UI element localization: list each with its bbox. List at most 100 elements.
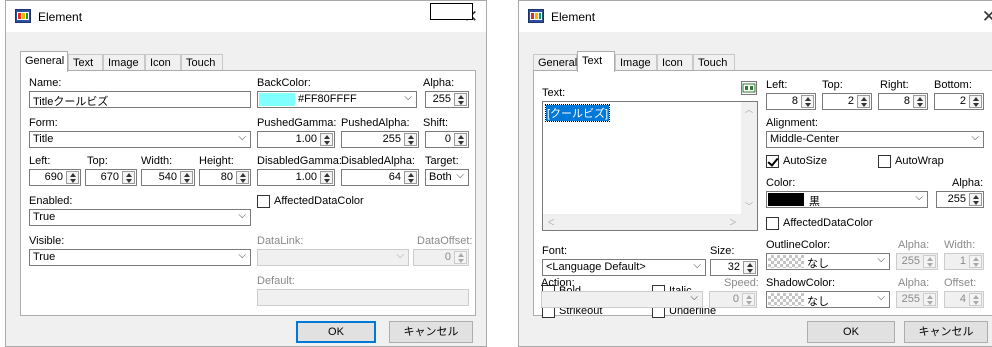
- margin-right-stepper[interactable]: 8: [878, 93, 928, 110]
- tab-icon[interactable]: Icon: [145, 54, 181, 71]
- spin-arrows-icon[interactable]: [923, 293, 936, 306]
- affected-datacolor-checkbox[interactable]: [257, 195, 270, 208]
- backcolor-value: #FF80FFFF: [298, 93, 357, 105]
- spin-arrows-icon[interactable]: [404, 171, 417, 184]
- alignment-select[interactable]: Middle-Center ⌵: [766, 131, 984, 148]
- ok-button[interactable]: OK: [296, 321, 376, 343]
- spin-arrows-icon[interactable]: [923, 255, 936, 268]
- chevron-down-icon: ⌵: [877, 254, 885, 265]
- text-insert-icon[interactable]: [741, 81, 757, 95]
- target-select[interactable]: Both ⌵: [425, 169, 469, 186]
- spin-arrows-icon[interactable]: [236, 171, 249, 184]
- tab-image[interactable]: Image: [103, 54, 145, 71]
- spin-arrows-icon[interactable]: [454, 93, 467, 106]
- pushedgamma-stepper[interactable]: 1.00: [257, 131, 335, 148]
- spin-arrows-icon[interactable]: [122, 171, 135, 184]
- margin-bottom-stepper[interactable]: 2: [934, 93, 984, 110]
- outline-alpha-stepper[interactable]: 255: [896, 253, 938, 270]
- spin-arrows-icon[interactable]: [404, 133, 417, 146]
- spin-arrows-icon[interactable]: [320, 133, 333, 146]
- spin-arrows-icon[interactable]: [454, 251, 467, 264]
- height-stepper[interactable]: 80: [199, 169, 251, 186]
- margin-right-value: 8: [903, 95, 910, 107]
- shadowcolor-label: ShadowColor:: [766, 277, 836, 289]
- speed-stepper[interactable]: 0: [709, 291, 757, 308]
- left-stepper[interactable]: 690: [29, 169, 81, 186]
- spin-arrows-icon[interactable]: [743, 261, 756, 274]
- name-field[interactable]: Titleクールビズ: [29, 91, 251, 108]
- disabledgamma-stepper[interactable]: 1.00: [257, 169, 335, 186]
- scroll-up-icon[interactable]: ︿: [745, 104, 753, 115]
- chevron-down-icon: ⌵: [238, 250, 246, 261]
- spin-arrows-icon[interactable]: [180, 171, 193, 184]
- tab-image[interactable]: Image: [615, 54, 657, 71]
- shadow-alpha-stepper[interactable]: 255: [896, 291, 938, 308]
- dataoffset-stepper[interactable]: 0: [413, 249, 469, 266]
- width-stepper[interactable]: 540: [141, 169, 195, 186]
- outline-width-stepper[interactable]: 1: [944, 253, 984, 270]
- spin-arrows-icon[interactable]: [969, 95, 982, 108]
- datalink-select[interactable]: ⌵: [257, 249, 409, 266]
- top-label: Top:: [87, 155, 108, 167]
- tab-touch[interactable]: Touch: [693, 54, 735, 71]
- spin-arrows-icon[interactable]: [454, 133, 467, 146]
- top-stepper[interactable]: 670: [85, 169, 137, 186]
- autowrap-checkbox[interactable]: [878, 155, 891, 168]
- tab-general[interactable]: General: [20, 51, 68, 72]
- spin-arrows-icon[interactable]: [857, 95, 870, 108]
- default-field[interactable]: [257, 289, 469, 306]
- spin-arrows-icon[interactable]: [320, 171, 333, 184]
- size-value: 32: [727, 261, 740, 273]
- margin-top-stepper[interactable]: 2: [822, 93, 872, 110]
- spin-arrows-icon[interactable]: [913, 95, 926, 108]
- form-select-value: Title: [33, 133, 54, 145]
- scroll-right-icon[interactable]: ＞: [729, 217, 737, 228]
- element-dialog-general: Element ✕ General Text Image Icon Touch …: [5, 0, 487, 347]
- backcolor-alpha-stepper[interactable]: 255: [425, 91, 469, 108]
- autosize-checkbox[interactable]: [766, 155, 779, 168]
- shadowcolor-select[interactable]: なし ⌵: [766, 291, 890, 308]
- cancel-button[interactable]: キャンセル: [389, 321, 473, 343]
- outlinecolor-select[interactable]: なし ⌵: [766, 253, 890, 270]
- text-area[interactable]: [クールビズ] ︿ ﹀ ＜ ＞: [542, 101, 758, 231]
- tab-touch[interactable]: Touch: [181, 54, 223, 71]
- shadow-alpha-label: Alpha:: [898, 277, 930, 289]
- scroll-down-icon[interactable]: ﹀: [745, 201, 753, 212]
- tab-text[interactable]: Text: [577, 51, 615, 72]
- shadow-offset-stepper[interactable]: 4: [944, 291, 984, 308]
- tab-text[interactable]: Text: [68, 54, 103, 71]
- enabled-select[interactable]: True ⌵: [29, 209, 251, 226]
- disabledalpha-stepper[interactable]: 64: [341, 169, 419, 186]
- chevron-down-icon: ⌵: [238, 210, 246, 221]
- margin-left-stepper[interactable]: 8: [766, 93, 816, 110]
- tab-general[interactable]: General: [533, 54, 577, 71]
- pushedalpha-stepper[interactable]: 255: [341, 131, 419, 148]
- spin-arrows-icon[interactable]: [969, 255, 982, 268]
- form-select[interactable]: Title ⌵: [29, 131, 251, 148]
- speed-value: 0: [732, 293, 739, 305]
- font-select[interactable]: <Language Default> ⌵: [542, 259, 706, 276]
- spin-arrows-icon[interactable]: [742, 293, 755, 306]
- cancel-button[interactable]: キャンセル: [904, 321, 988, 343]
- enabled-label: Enabled:: [29, 195, 73, 207]
- spin-arrows-icon[interactable]: [66, 171, 79, 184]
- visible-select[interactable]: True ⌵: [29, 249, 251, 266]
- vertical-scrollbar[interactable]: ︿ ﹀: [741, 102, 757, 214]
- outline-width-label: Width:: [944, 239, 976, 251]
- horizontal-scrollbar[interactable]: ＜ ＞: [543, 214, 741, 230]
- close-icon[interactable]: ✕: [982, 7, 992, 27]
- shift-stepper[interactable]: 0: [425, 131, 469, 148]
- color-select[interactable]: 黒 ⌵: [766, 191, 928, 208]
- color-alpha-stepper[interactable]: 255: [936, 191, 984, 208]
- tab-icon[interactable]: Icon: [657, 54, 693, 71]
- spin-arrows-icon[interactable]: [801, 95, 814, 108]
- action-select[interactable]: ⌵: [541, 291, 703, 308]
- spin-arrows-icon[interactable]: [969, 193, 982, 206]
- affected-datacolor-checkbox[interactable]: [766, 217, 779, 230]
- backcolor-select[interactable]: #FF80FFFF ⌵: [257, 91, 417, 108]
- form-label: Form:: [29, 117, 58, 129]
- ok-button[interactable]: OK: [807, 321, 895, 343]
- spin-arrows-icon[interactable]: [969, 293, 982, 306]
- size-stepper[interactable]: 32: [710, 259, 758, 276]
- scroll-left-icon[interactable]: ＜: [547, 217, 555, 228]
